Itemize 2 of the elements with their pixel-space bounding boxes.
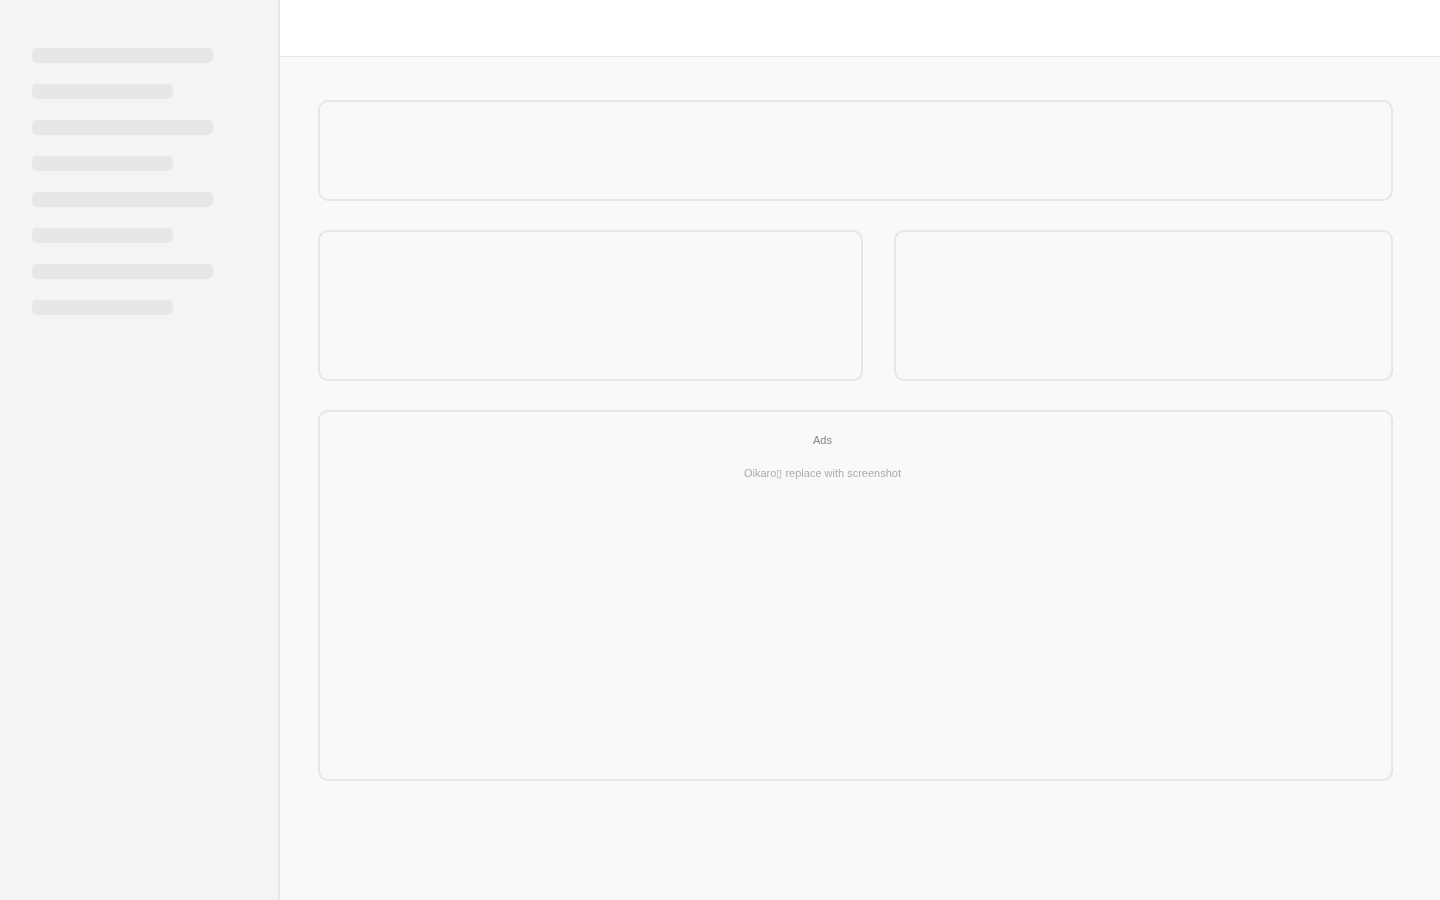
ads-note: Oikaro▯ replace with screenshot xyxy=(744,467,901,480)
ads-title: Ads xyxy=(813,434,832,446)
